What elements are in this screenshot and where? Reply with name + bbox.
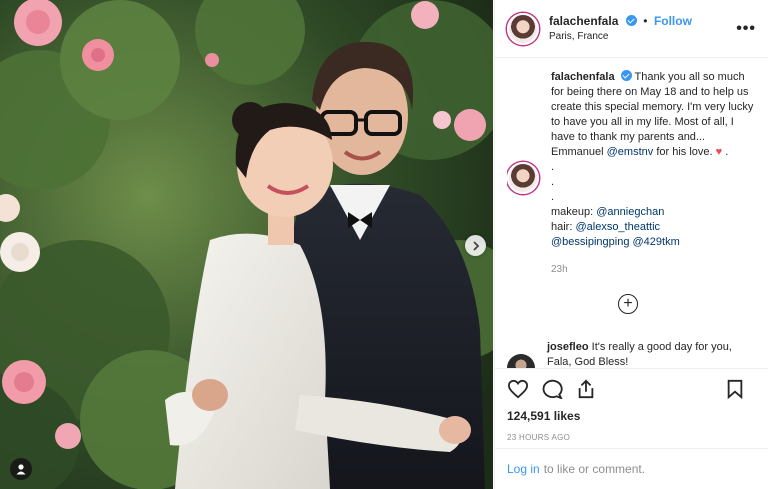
likes-count[interactable]: 124,591 likes [507, 409, 756, 423]
user-tags-button[interactable] [10, 458, 32, 480]
comments-area[interactable]: falachenfala Thank you all so much for b… [507, 70, 760, 368]
photo-illustration [0, 0, 493, 489]
header-username[interactable]: falachenfala [549, 14, 618, 28]
comment-icon[interactable] [541, 379, 563, 399]
extra-mentions: @bessipingping @429tkm [551, 235, 760, 250]
comment-text: josefleo It's really a good day for you,… [547, 340, 757, 368]
heart-emoji-icon: ♥ [715, 146, 723, 158]
mention-alexso-theattic[interactable]: @alexso_theattic [575, 221, 660, 233]
hair-label: hair: [551, 221, 573, 233]
caption-dot-line-1: . [551, 161, 555, 173]
mention-429tkm[interactable]: @429tkm [633, 236, 680, 248]
hair-credit: hair: @alexso_theattic [551, 220, 760, 235]
more-options-icon[interactable]: ••• [736, 20, 756, 38]
caption-text-2: for his love. [656, 146, 713, 158]
caption: falachenfala Thank you all so much for b… [507, 70, 760, 277]
login-link[interactable]: Log in [507, 462, 540, 476]
login-prompt: to like or comment. [543, 462, 646, 476]
mention-bessipingping[interactable]: @bessipingping [551, 236, 629, 248]
avatar[interactable] [507, 12, 539, 45]
share-icon[interactable] [575, 379, 597, 399]
post-actions: 124,591 likes 23 HOURS AGO [495, 368, 768, 442]
load-more-comments-button[interactable]: + [618, 294, 638, 314]
chevron-right-icon [472, 240, 479, 251]
caption-avatar[interactable] [507, 162, 539, 194]
caption-dot-line-3: . [551, 191, 555, 203]
post-header: falachenfala • Follow Paris, France ••• [495, 0, 768, 58]
location-link[interactable]: Paris, France [549, 29, 692, 44]
verified-badge-icon [625, 15, 637, 26]
caption-text: falachenfala Thank you all so much for b… [551, 70, 760, 277]
makeup-credit: makeup: @anniegchan [551, 205, 760, 220]
makeup-label: makeup: [551, 206, 594, 218]
mention-anniegchan[interactable]: @anniegchan [596, 206, 664, 218]
verified-badge-icon [620, 70, 632, 81]
header-text: falachenfala • Follow Paris, France [549, 13, 692, 44]
comment-avatar[interactable] [507, 354, 535, 368]
post-photo[interactable] [0, 0, 493, 489]
caption-username[interactable]: falachenfala [551, 71, 615, 83]
caption-timestamp: 23h [551, 264, 568, 275]
comment-username[interactable]: josefleo [547, 341, 589, 353]
heart-icon[interactable] [507, 379, 529, 399]
follow-button[interactable]: Follow [654, 14, 692, 28]
next-photo-button[interactable] [465, 235, 486, 256]
mention-emstnv[interactable]: @emstnv [607, 146, 654, 158]
header-separator: • [643, 14, 648, 28]
post-side-panel: falachenfala • Follow Paris, France ••• … [494, 0, 768, 489]
user-tag-icon [16, 464, 26, 475]
caption-dot-line-2: . [551, 176, 555, 188]
caption-text-1: Thank you all so much for being there on… [551, 71, 754, 158]
action-icons [507, 369, 756, 409]
post-time-ago: 23 HOURS AGO [507, 433, 571, 442]
caption-dot: . [725, 146, 729, 158]
comment-item: josefleo It's really a good day for you,… [507, 340, 757, 368]
bookmark-icon[interactable] [726, 379, 744, 399]
login-bar: Log in to like or comment. [495, 448, 768, 489]
